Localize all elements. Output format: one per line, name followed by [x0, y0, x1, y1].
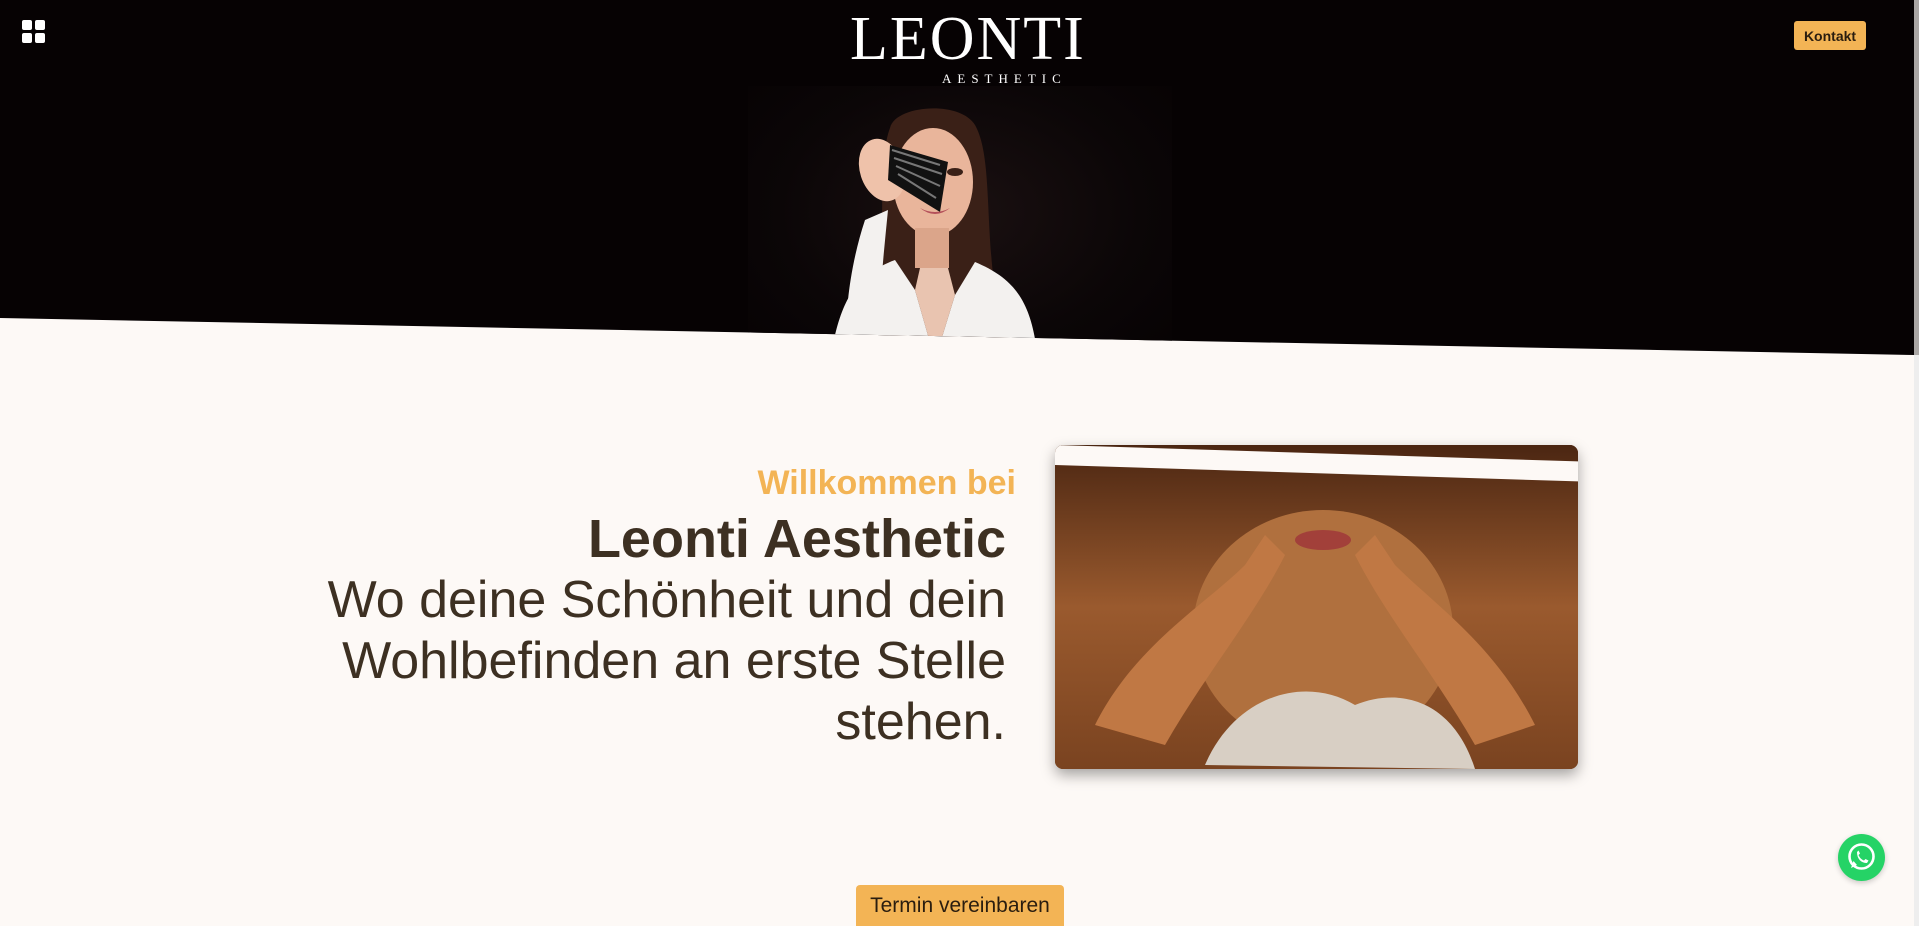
logo-subtitle: AESTHETIC [942, 71, 1067, 86]
site-logo[interactable]: LEONTI AESTHETIC [850, 5, 1086, 92]
facial-massage-image [1055, 445, 1578, 769]
welcome-title: Leonti Aesthetic [587, 509, 1006, 569]
contact-button[interactable]: Kontakt [1794, 21, 1866, 50]
hero-banner: LEONTI AESTHETIC Kontakt [0, 0, 1914, 355]
whatsapp-icon [1848, 843, 1875, 870]
scrollbar-thumb[interactable] [1914, 0, 1919, 355]
grid-menu-icon [22, 20, 32, 30]
welcome-kicker: Willkommen bei [757, 464, 1016, 502]
welcome-text: Wo deine Schönheit und dein Wohlbefinden… [327, 571, 1006, 751]
facial-massage-photo [1055, 445, 1578, 769]
whatsapp-button[interactable] [1838, 834, 1885, 881]
menu-button[interactable] [20, 18, 48, 46]
book-appointment-button[interactable]: Termin vereinbaren [856, 885, 1064, 926]
hero-portrait-image [830, 108, 1038, 355]
logo-wordmark: LEONTI [850, 5, 1086, 73]
page-scrollbar[interactable] [1914, 0, 1919, 926]
welcome-section: Willkommen bei Leonti Aesthetic Wo deine… [300, 462, 1016, 753]
